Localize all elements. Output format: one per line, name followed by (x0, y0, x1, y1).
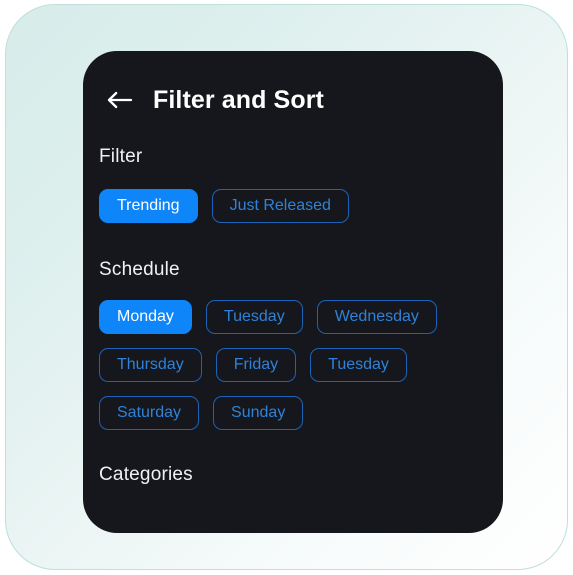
schedule-chip-group: Monday Tuesday Wednesday Thursday Friday… (99, 300, 487, 430)
section-filter: Filter Trending Just Released (99, 117, 487, 223)
chip-saturday[interactable]: Saturday (99, 396, 200, 430)
filter-and-sort-card: Filter and Sort Filter Trending Just Rel… (83, 51, 503, 533)
chip-friday[interactable]: Friday (215, 348, 297, 382)
chip-just-released[interactable]: Just Released (211, 189, 349, 223)
chip-wednesday[interactable]: Wednesday (316, 300, 437, 334)
chip-monday[interactable]: Monday (99, 300, 192, 334)
section-label-schedule: Schedule (99, 259, 180, 280)
chip-sunday[interactable]: Sunday (213, 396, 304, 430)
screen: Filter and Sort Filter Trending Just Rel… (0, 0, 573, 575)
chip-tuesday[interactable]: Tuesday (205, 300, 303, 334)
card-header: Filter and Sort (83, 51, 503, 117)
arrow-left-icon (106, 90, 133, 110)
card-body: Filter Trending Just Released Schedule M… (83, 117, 503, 486)
chip-tuesday-duplicate[interactable]: Tuesday (310, 348, 407, 382)
section-label-categories: Categories (99, 464, 193, 485)
page-title: Filter and Sort (153, 85, 324, 114)
filter-chip-group: Trending Just Released (99, 189, 487, 223)
chip-thursday[interactable]: Thursday (99, 348, 202, 382)
section-schedule: Schedule Monday Tuesday Wednesday Thursd… (99, 223, 487, 430)
section-categories: Categories (99, 430, 487, 486)
chip-trending[interactable]: Trending (99, 189, 198, 223)
back-button[interactable] (99, 83, 139, 117)
section-label-filter: Filter (99, 146, 143, 167)
outer-background-panel: Filter and Sort Filter Trending Just Rel… (5, 4, 568, 570)
